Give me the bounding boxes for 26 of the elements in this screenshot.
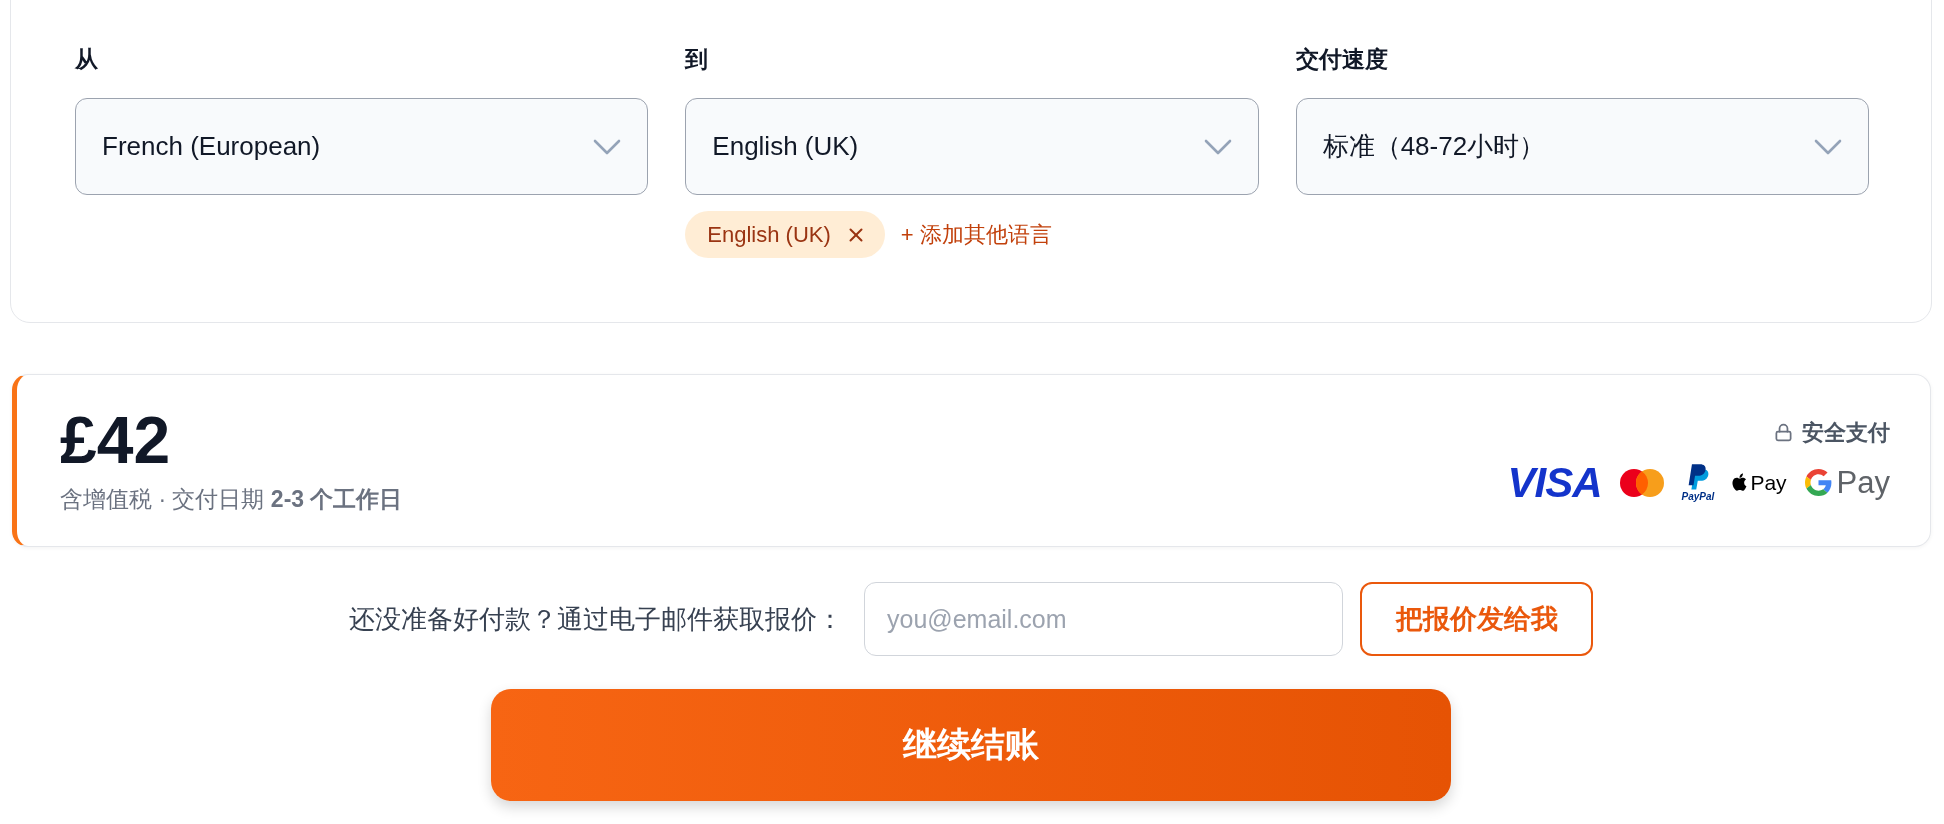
pay-wordmark: Pay	[1750, 472, 1787, 493]
pay-wordmark: Pay	[1836, 467, 1890, 498]
email-input[interactable]: you@email.com	[864, 582, 1343, 656]
price-amount: £42	[60, 406, 171, 473]
send-quote-button[interactable]: 把报价发给我	[1360, 582, 1593, 656]
apple-icon	[1732, 473, 1749, 492]
dropdown-select[interactable]: 标准（48-72小时）	[1295, 98, 1869, 195]
chevron-down-icon	[593, 138, 622, 155]
email-quote-prompt: 还没准备好付款？通过电子邮件获取报价：	[349, 602, 843, 636]
mastercard-icon	[1619, 468, 1664, 497]
field-label: 到	[685, 46, 709, 72]
field-label: 从	[75, 46, 98, 72]
price-details: 含增值税 · 交付日期 2-3 个工作日	[60, 484, 403, 514]
visa-logo: VISA	[1507, 461, 1602, 504]
dropdown-select[interactable]: English (UK)	[685, 98, 1259, 195]
field-label: 交付速度	[1295, 46, 1388, 72]
dropdown-select[interactable]: French (European)	[75, 98, 649, 195]
paypal-wordmark: PayPal	[1681, 491, 1715, 502]
tag-label: English (UK)	[707, 221, 831, 248]
chevron-down-icon	[1203, 138, 1232, 155]
chevron-down-icon	[1814, 138, 1842, 155]
lock-icon	[1774, 423, 1793, 442]
secure-payment-label: 安全支付	[1802, 418, 1890, 447]
p-logo-icon	[1687, 463, 1709, 491]
add-language-link[interactable]: + 添加其他语言	[900, 219, 1052, 250]
g-logo-icon	[1804, 469, 1832, 496]
